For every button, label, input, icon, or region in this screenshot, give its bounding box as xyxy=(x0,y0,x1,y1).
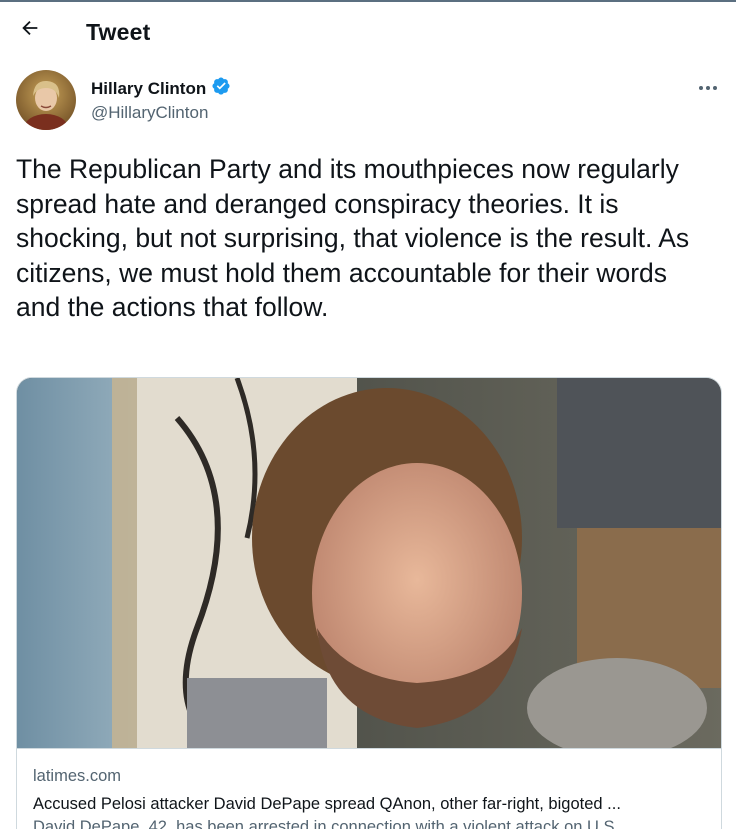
card-title[interactable]: Accused Pelosi attacker David DePape spr… xyxy=(33,795,707,814)
author-name[interactable]: Hillary Clinton xyxy=(91,79,206,99)
link-preview-card[interactable]: latimes.com Accused Pelosi attacker Davi… xyxy=(16,377,722,829)
tweet-header: Tweet xyxy=(0,2,736,62)
card-meta[interactable]: latimes.com Accused Pelosi attacker Davi… xyxy=(17,748,721,829)
card-description: David DePape, 42, has been arrested in c… xyxy=(33,818,638,829)
avatar[interactable] xyxy=(16,70,76,130)
card-domain: latimes.com xyxy=(33,767,122,785)
author-handle[interactable]: @HillaryClinton xyxy=(91,103,208,123)
author-name-row[interactable]: Hillary Clinton xyxy=(91,76,231,101)
tweet-author: Hillary Clinton @HillaryClinton xyxy=(16,70,722,134)
arrow-left-icon xyxy=(19,17,41,44)
verified-badge-icon xyxy=(211,76,231,101)
more-options-button[interactable] xyxy=(694,76,722,98)
ellipsis-icon xyxy=(698,78,718,96)
tweet-text: The Republican Party and its mouthpieces… xyxy=(16,154,690,323)
page-title: Tweet xyxy=(86,19,151,45)
card-image[interactable] xyxy=(17,378,721,758)
back-button[interactable] xyxy=(12,12,48,48)
